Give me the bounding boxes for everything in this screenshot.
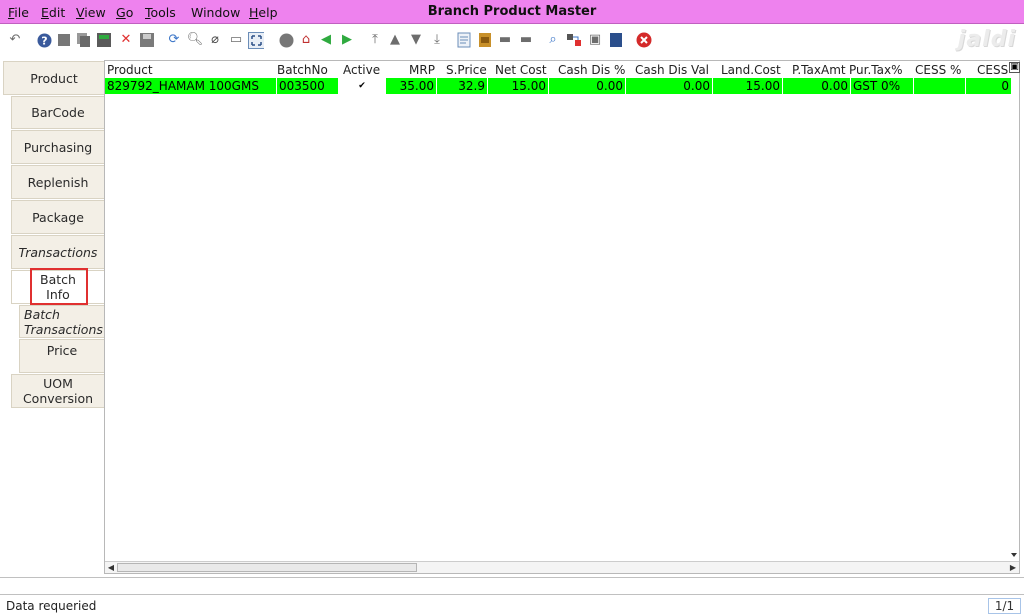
grid-header: Product BatchNo Active MRP S.Price Net C… [105,61,1021,78]
report-icon[interactable] [456,32,472,48]
print-preview-icon[interactable]: ▬ [497,32,513,48]
next-record-icon[interactable]: ▼ [408,32,424,48]
cell-batch-no[interactable]: 003500 [277,78,338,94]
menu-window[interactable]: Window [191,5,240,20]
menu-file[interactable]: File [8,5,29,20]
menu-bar: File Edit View Go Tools Window Help Bran… [0,0,1024,24]
copy-record-icon[interactable] [76,32,92,48]
previous-record-icon[interactable]: ▲ [387,32,403,48]
status-bar: Data requeried 1/1 [0,597,1024,615]
column-header[interactable]: Product [107,63,153,77]
tab-batch-transactions-label: Batch Transactions [24,306,103,337]
toolbar: ↶ ? ✕ ⟳ 🔍︎ ⌀ ▭ ⌂ ◀ ▶ ⤒ ▲ ▼ ⤓ ▬ ▬ ⌕ ▣ jal… [0,25,1024,59]
toggle-grid-icon[interactable] [248,31,264,49]
column-header[interactable]: S.Price [446,63,487,77]
status-message: Data requeried [6,599,97,613]
tab-batch-info-label: Batch Info [40,272,76,302]
print-icon[interactable]: ▬ [518,32,534,48]
find-icon[interactable]: 🔍︎ [187,32,204,48]
column-header[interactable]: MRP [409,63,435,77]
workflow-icon[interactable]: ▣ [587,32,603,48]
scroll-left-icon[interactable]: ◀ [105,562,117,573]
column-header[interactable]: Pur.Tax% [849,63,909,77]
tab-barcode[interactable]: BarCode [11,96,104,129]
batch-info-grid[interactable]: Product BatchNo Active MRP S.Price Net C… [104,60,1020,574]
status-divider [0,577,1024,595]
cell-land-cost[interactable]: 15.00 [713,78,782,94]
undo-icon[interactable]: ↶ [7,32,23,48]
tab-package[interactable]: Package [11,200,104,234]
last-record-icon[interactable]: ⤓ [429,32,445,48]
table-row[interactable]: 829792_HAMAM 100GMS 003500 ✔ 35.00 32.9 … [105,78,1011,94]
column-header[interactable]: Cash Dis Val [635,63,709,77]
menu-tools[interactable]: Tools [145,5,176,20]
cell-cess-pct[interactable] [914,78,965,94]
product-info-icon[interactable] [608,32,624,48]
menu-edit[interactable]: Edit [41,5,65,20]
tab-batch-info[interactable]: Batch Info [11,270,104,304]
tab-panel: Product BarCode Purchasing Replenish Pac… [0,60,104,576]
cell-cash-dis-val[interactable]: 0.00 [626,78,712,94]
horizontal-scroll-thumb[interactable] [117,563,417,572]
grid-options-icon[interactable]: ▣ [1009,62,1020,73]
tab-product[interactable]: Product [3,61,104,95]
tab-uom-conversion[interactable]: UOM Conversion [11,374,104,408]
column-header[interactable]: Cash Dis % [558,63,625,77]
menu-help[interactable]: Help [249,5,278,20]
cell-cess[interactable]: 0 [966,78,1011,94]
column-header[interactable]: CESS [977,63,1009,77]
menu-view[interactable]: View [76,5,106,20]
zoom-across-icon[interactable]: ⌕ [545,32,561,48]
cell-s-price[interactable]: 32.9 [437,78,487,94]
horizontal-scrollbar[interactable]: ◀ ▶ [105,561,1019,573]
cell-net-cost[interactable]: 15.00 [488,78,548,94]
tab-purchasing[interactable]: Purchasing [11,130,104,164]
column-header[interactable]: BatchNo [277,63,328,77]
scroll-right-icon[interactable]: ▶ [1007,562,1019,573]
home-icon[interactable]: ⌂ [298,32,314,48]
cell-product[interactable]: 829792_HAMAM 100GMS [105,78,276,94]
cell-p-tax-amt[interactable]: 0.00 [783,78,850,94]
history-icon[interactable] [278,32,294,48]
menu-go[interactable]: Go [116,5,133,20]
parent-record-icon[interactable]: ◀ [318,32,334,48]
tab-replenish[interactable]: Replenish [11,165,104,199]
cell-active-checkbox[interactable]: ✔ [339,78,385,94]
request-icon[interactable] [566,32,582,48]
column-header[interactable]: Net Cost [495,63,547,77]
save-record-icon[interactable] [96,32,112,48]
new-record-icon[interactable] [56,32,72,48]
detail-record-icon[interactable]: ▶ [339,32,355,48]
vertical-scrollbar[interactable] [1009,549,1019,561]
jaldi-logo: jaldi [957,27,1016,52]
tab-price[interactable]: Price [19,339,104,373]
scroll-down-icon[interactable] [1009,550,1019,560]
column-header[interactable]: P.TaxAmt [792,63,846,77]
tab-batch-transactions[interactable]: Batch Transactions [19,305,104,338]
tab-transactions[interactable]: Transactions [11,235,104,269]
record-counter[interactable]: 1/1 [988,598,1021,614]
refresh-icon[interactable]: ⟳ [166,32,182,48]
help-icon[interactable]: ? [36,32,52,48]
attachment-icon[interactable]: ⌀ [207,32,223,48]
chat-icon[interactable]: ▭ [228,32,244,48]
save-icon[interactable] [139,32,155,48]
first-record-icon[interactable]: ⤒ [367,32,383,48]
cell-mrp[interactable]: 35.00 [386,78,436,94]
archive-icon[interactable] [477,32,493,48]
close-window-icon[interactable] [636,32,652,48]
cell-pur-tax-pct[interactable]: GST 0% [851,78,913,94]
tab-uom-conversion-label: UOM Conversion [22,376,94,406]
column-header[interactable]: CESS % [915,63,961,77]
svg-text:?: ? [41,34,47,47]
column-header[interactable]: Land.Cost [721,63,781,77]
column-header[interactable]: Active [343,63,380,77]
delete-icon[interactable]: ✕ [118,32,134,48]
cell-cash-dis-pct[interactable]: 0.00 [549,78,625,94]
